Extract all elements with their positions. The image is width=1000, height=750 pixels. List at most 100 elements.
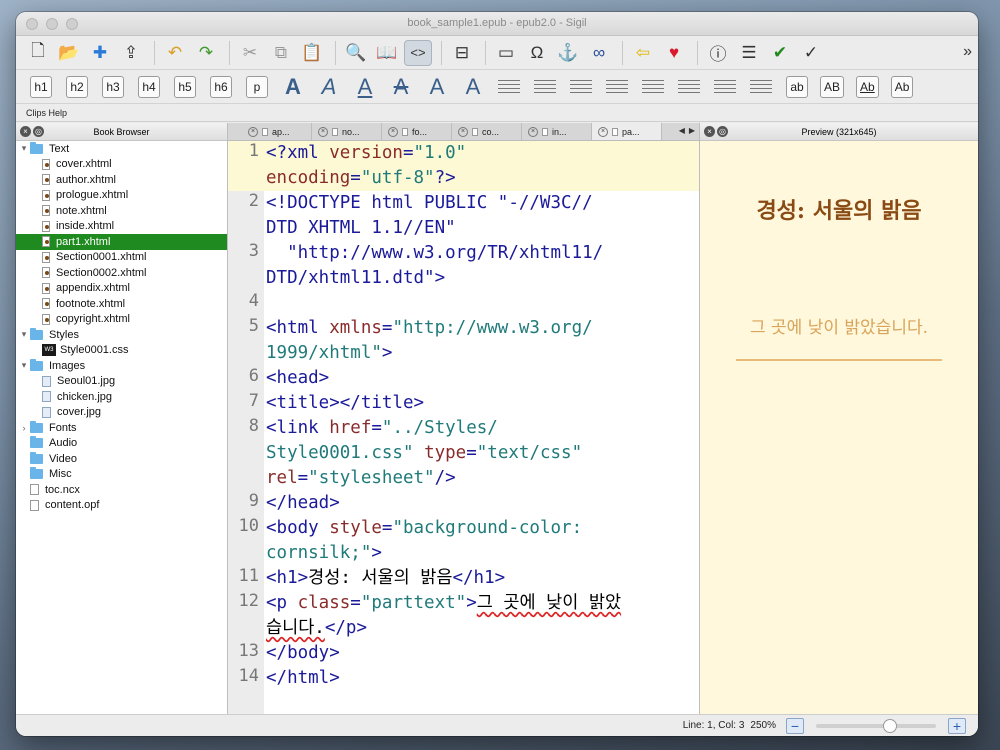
tree-item[interactable]: cover.xhtml [16,157,227,173]
tree-item[interactable]: part1.xhtml [16,234,227,250]
tree-item[interactable]: ▾ Styles [16,327,227,343]
toc-icon[interactable]: ☰ [735,40,763,66]
tree-item[interactable]: cover.jpg [16,405,227,421]
tree-item[interactable]: ▾ Text [16,141,227,157]
tab-scroll-left-icon[interactable]: ◀ [679,126,685,135]
close-panel-icon[interactable]: × [704,126,715,137]
tree-item[interactable]: toc.ncx [16,482,227,498]
zoom-out-button[interactable]: − [786,717,804,734]
chevron-down-icon[interactable]: ▾ [18,360,30,371]
float-panel-icon[interactable]: ◎ [717,126,728,137]
close-panel-icon[interactable]: × [20,126,31,137]
clips-help-label[interactable]: Clips Help [26,108,67,118]
zoom-in-button[interactable]: + [948,717,966,734]
tree-item[interactable]: Audio [16,436,227,452]
chevron-down-icon[interactable]: ▾ [18,329,30,340]
editor-tab[interactable]: × co... [452,123,522,140]
case-button-4[interactable]: Ab [890,75,914,98]
heading-p-button[interactable]: p [246,75,268,98]
code-line[interactable]: 4 [228,291,699,316]
tab-scroll-right-icon[interactable]: ▶ [689,126,695,135]
strikethrough-icon[interactable]: A [390,74,412,100]
cut-icon[interactable]: ✂ [236,40,264,66]
decrease-indent-icon[interactable] [714,76,736,98]
undo-icon[interactable]: ↶ [161,40,189,66]
numbered-list-icon[interactable] [678,76,700,98]
editor-tab[interactable]: × fo... [382,123,452,140]
tree-item[interactable]: Section0001.xhtml [16,250,227,266]
float-panel-icon[interactable]: ◎ [33,126,44,137]
tree-item[interactable]: Seoul01.jpg [16,374,227,390]
metadata-icon[interactable]: ⓘ [704,40,732,66]
code-line[interactable]: 2 <!DOCTYPE html PUBLIC "-//W3C// DTD XHT… [228,191,699,241]
insert-image-icon[interactable]: ▭ [492,40,520,66]
close-tab-icon[interactable]: × [318,126,328,137]
code-line[interactable]: 8 <link href="../Styles/ Style0001.css" t… [228,416,699,491]
tree-item[interactable]: copyright.xhtml [16,312,227,328]
underline-icon[interactable]: A [354,74,376,100]
heading-h5-button[interactable]: h5 [174,75,196,98]
tree-item[interactable]: Video [16,451,227,467]
close-tab-icon[interactable]: × [388,126,398,137]
editor-tab[interactable]: × no... [312,123,382,140]
justify-icon[interactable] [606,76,628,98]
case-button-1[interactable]: ab [786,75,808,98]
zoom-slider-handle[interactable] [883,718,897,733]
special-char-icon[interactable]: Ω [523,40,551,66]
code-line[interactable]: 10 <body style="background-color: cornsil… [228,516,699,566]
add-existing-icon[interactable]: ✚ [86,40,114,66]
new-file-icon[interactable]: 🗋 [24,40,52,66]
code-line[interactable]: 14 </html> [228,666,699,691]
bold-icon[interactable]: A [282,74,304,100]
tree-item[interactable]: prologue.xhtml [16,188,227,204]
editor-tab[interactable]: × ap... [242,123,312,140]
tree-item[interactable]: content.opf [16,498,227,514]
spellcheck-icon[interactable]: ✔ [766,40,794,66]
open-folder-icon[interactable]: 📂 [55,40,83,66]
bullet-list-icon[interactable] [642,76,664,98]
heading-h3-button[interactable]: h3 [102,75,124,98]
heading-h4-button[interactable]: h4 [138,75,160,98]
code-line[interactable]: 3 "http://www.w3.org/TR/xhtml11/ DTD/xht… [228,241,699,291]
heart-icon[interactable]: ♥ [660,40,688,66]
close-tab-icon[interactable]: × [598,126,608,137]
code-line[interactable]: 6 <head> [228,366,699,391]
code-line[interactable]: 12 <p class="parttext">그 곳에 낮이 밝았 습니다.</p… [228,591,699,641]
validate-icon[interactable]: ✓ [797,40,825,66]
redo-icon[interactable]: ↷ [192,40,220,66]
code-view-icon[interactable]: <> [404,39,432,66]
tree-item[interactable]: footnote.xhtml [16,296,227,312]
code-line[interactable]: 1 <?xml version="1.0" encoding="utf-8"?> [228,141,699,191]
heading-h2-button[interactable]: h2 [66,75,88,98]
tree-item[interactable]: inside.xhtml [16,219,227,235]
tree-item[interactable]: W3 Style0001.css [16,343,227,359]
copy-icon[interactable]: ⧉ [267,40,295,66]
close-tab-icon[interactable]: × [248,126,258,137]
tree-item[interactable]: appendix.xhtml [16,281,227,297]
subscript-icon[interactable]: A [426,74,448,100]
save-icon[interactable]: ⇪ [117,40,145,66]
book-view-icon[interactable]: 📖 [373,40,401,66]
code-line[interactable]: 13 </body> [228,641,699,666]
heading-h1-button[interactable]: h1 [30,75,52,98]
chevron-down-icon[interactable]: ▾ [18,143,30,154]
tree-item[interactable]: chicken.jpg [16,389,227,405]
paste-icon[interactable]: 📋 [298,40,326,66]
code-line[interactable]: 11 <h1>경성: 서울의 밝음</h1> [228,566,699,591]
split-view-icon[interactable]: ⊟ [448,40,476,66]
tree-item[interactable]: Section0002.xhtml [16,265,227,281]
close-tab-icon[interactable]: × [458,126,468,137]
code-line[interactable]: 5 <html xmlns="http://www.w3.org/ 1999/xh… [228,316,699,366]
find-icon[interactable]: 🔍 [342,40,370,66]
anchor-icon[interactable]: ⚓ [554,40,582,66]
tree-item[interactable]: Misc [16,467,227,483]
toolbar-overflow-button[interactable]: » [963,43,972,61]
tree-item[interactable]: note.xhtml [16,203,227,219]
increase-indent-icon[interactable] [750,76,772,98]
zoom-slider[interactable] [816,718,936,733]
code-line[interactable]: 7 <title></title> [228,391,699,416]
align-right-icon[interactable] [570,76,592,98]
back-arrow-icon[interactable]: ⇦ [629,40,657,66]
tree-item[interactable]: ▾ Images [16,358,227,374]
link-icon[interactable]: ∞ [585,40,613,66]
